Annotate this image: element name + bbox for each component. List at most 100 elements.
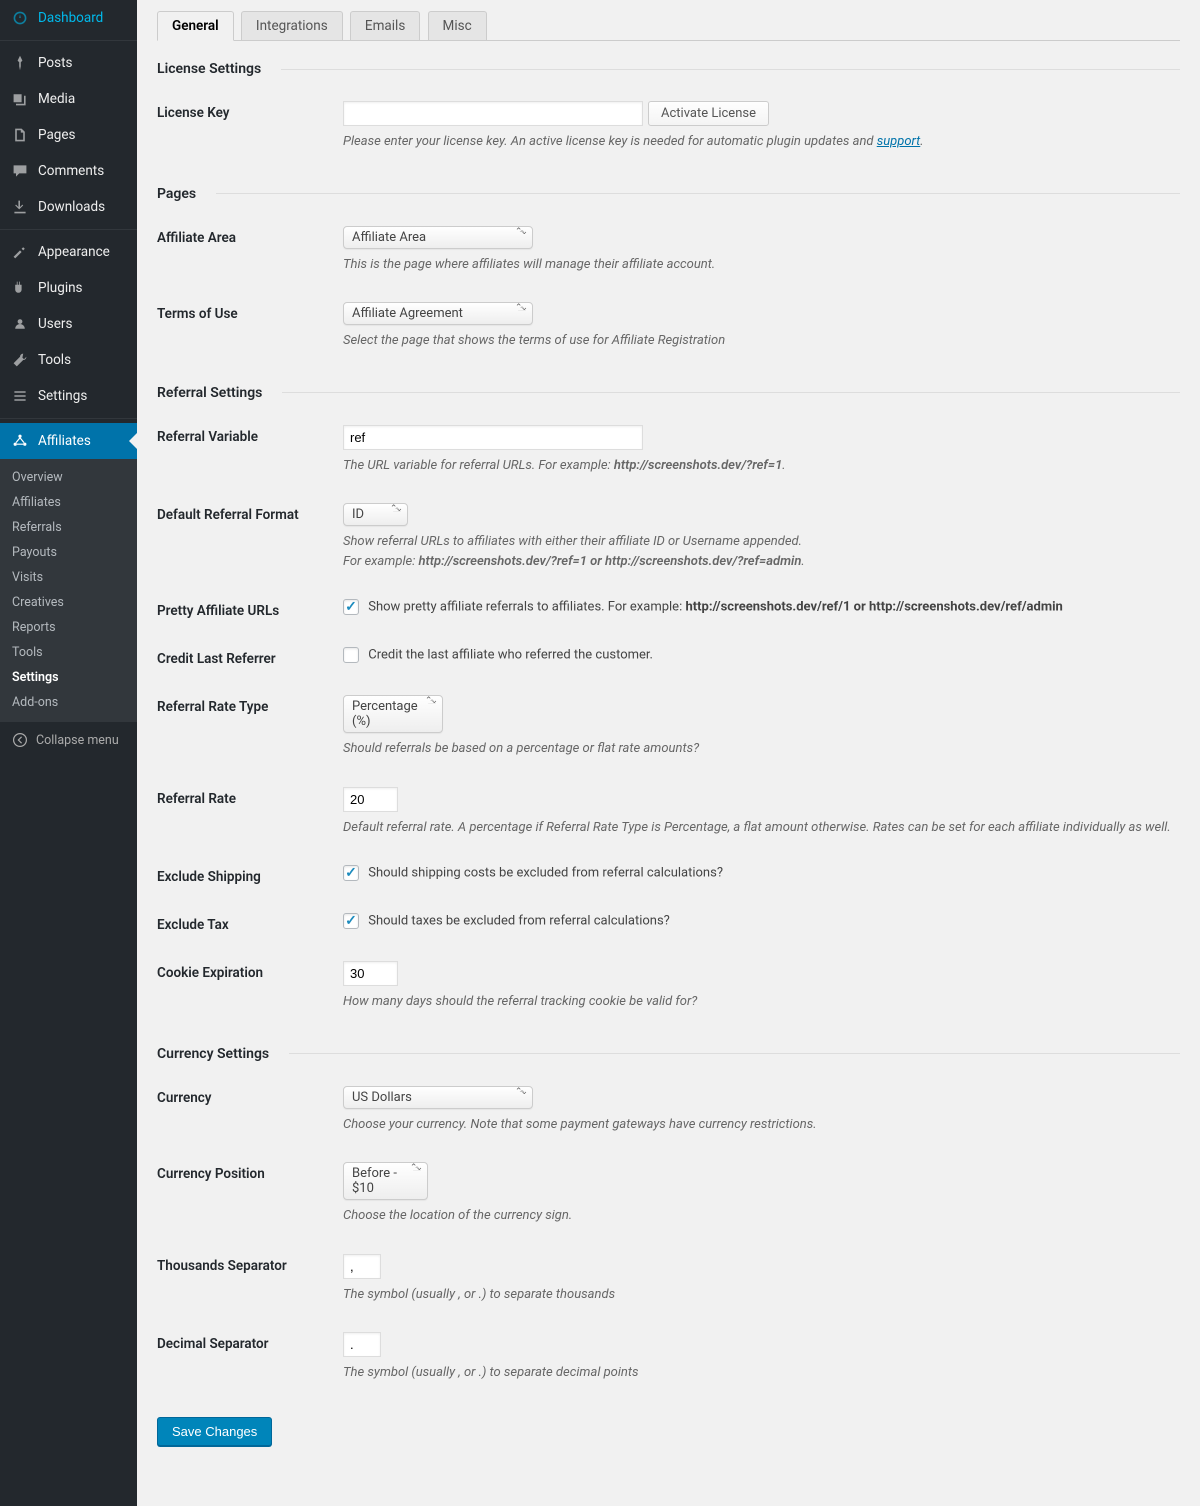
activate-license-button[interactable]: Activate License: [648, 101, 769, 126]
currency-desc: Choose your currency. Note that some pay…: [343, 1115, 1180, 1135]
license-desc: Please enter your license key. An active…: [343, 132, 1180, 152]
collapse-label: Collapse menu: [36, 733, 119, 748]
tab-misc[interactable]: Misc: [428, 11, 487, 40]
affiliate-area-select[interactable]: Affiliate Area: [343, 226, 533, 249]
thousands-desc: The symbol (usually , or .) to separate …: [343, 1285, 1180, 1305]
tos-desc: Select the page that shows the terms of …: [343, 331, 1180, 351]
currency-select[interactable]: US Dollars: [343, 1086, 533, 1109]
main-content: General Integrations Emails Misc License…: [137, 0, 1200, 1506]
sidebar-item-comments[interactable]: Comments: [0, 153, 137, 189]
collapse-menu[interactable]: Collapse menu: [0, 721, 137, 758]
referral-format-select[interactable]: ID: [343, 503, 408, 526]
cookie-label: Cookie Expiration: [157, 961, 343, 981]
submenu-reports[interactable]: Reports: [0, 615, 137, 640]
sidebar-label: Users: [38, 316, 72, 332]
currency-pos-select[interactable]: Before - $10: [343, 1162, 428, 1200]
affiliate-area-label: Affiliate Area: [157, 226, 343, 246]
sidebar-item-dashboard[interactable]: Dashboard: [0, 0, 137, 36]
affiliate-area-desc: This is the page where affiliates will m…: [343, 255, 1180, 275]
excl-ship-checkbox[interactable]: [343, 865, 359, 881]
tos-select[interactable]: Affiliate Agreement: [343, 302, 533, 325]
excl-ship-text: Should shipping costs be excluded from r…: [368, 865, 723, 880]
decimal-desc: The symbol (usually , or .) to separate …: [343, 1363, 1180, 1383]
thousands-input[interactable]: [343, 1254, 381, 1279]
excl-ship-label: Exclude Shipping: [157, 865, 343, 885]
collapse-icon: [10, 730, 30, 750]
sidebar-item-tools[interactable]: Tools: [0, 342, 137, 378]
save-changes-button[interactable]: Save Changes: [157, 1417, 272, 1446]
admin-sidebar: Dashboard Posts Media Pages Comments Dow…: [0, 0, 137, 1506]
rate-type-desc: Should referrals be based on a percentag…: [343, 739, 1180, 759]
submenu-creatives[interactable]: Creatives: [0, 590, 137, 615]
excl-tax-text: Should taxes be excluded from referral c…: [368, 913, 670, 928]
sidebar-item-appearance[interactable]: Appearance: [0, 234, 137, 270]
tools-icon: [10, 350, 30, 370]
credit-last-checkbox[interactable]: [343, 647, 359, 663]
sidebar-item-plugins[interactable]: Plugins: [0, 270, 137, 306]
rate-label: Referral Rate: [157, 787, 343, 807]
sidebar-label: Pages: [38, 127, 76, 143]
sidebar-item-users[interactable]: Users: [0, 306, 137, 342]
settings-icon: [10, 386, 30, 406]
plugins-icon: [10, 278, 30, 298]
submenu-visits[interactable]: Visits: [0, 565, 137, 590]
excl-tax-label: Exclude Tax: [157, 913, 343, 933]
currency-pos-label: Currency Position: [157, 1162, 343, 1182]
tab-general[interactable]: General: [157, 11, 234, 41]
decimal-label: Decimal Separator: [157, 1332, 343, 1352]
referral-var-label: Referral Variable: [157, 425, 343, 445]
submenu-settings[interactable]: Settings: [0, 665, 137, 690]
sidebar-label: Dashboard: [38, 10, 103, 26]
submenu-payouts[interactable]: Payouts: [0, 540, 137, 565]
sidebar-label: Media: [38, 91, 75, 107]
pages-icon: [10, 125, 30, 145]
submenu-overview[interactable]: Overview: [0, 465, 137, 490]
rate-type-select[interactable]: Percentage (%): [343, 695, 443, 733]
referral-format-label: Default Referral Format: [157, 503, 343, 523]
sidebar-item-posts[interactable]: Posts: [0, 45, 137, 81]
rate-type-label: Referral Rate Type: [157, 695, 343, 715]
sidebar-item-settings[interactable]: Settings: [0, 378, 137, 414]
pin-icon: [10, 53, 30, 73]
sidebar-label: Comments: [38, 163, 104, 179]
submenu-tools[interactable]: Tools: [0, 640, 137, 665]
downloads-icon: [10, 197, 30, 217]
decimal-input[interactable]: [343, 1332, 381, 1357]
thousands-label: Thousands Separator: [157, 1254, 343, 1274]
sidebar-item-media[interactable]: Media: [0, 81, 137, 117]
tos-label: Terms of Use: [157, 302, 343, 322]
submenu-affiliates[interactable]: Affiliates: [0, 490, 137, 515]
excl-tax-checkbox[interactable]: [343, 913, 359, 929]
credit-last-text: Credit the last affiliate who referred t…: [368, 647, 653, 662]
sidebar-label: Affiliates: [38, 433, 91, 449]
tab-integrations[interactable]: Integrations: [241, 11, 343, 40]
sidebar-label: Appearance: [38, 244, 110, 260]
license-key-label: License Key: [157, 101, 343, 121]
pretty-urls-text: Show pretty affiliate referrals to affil…: [368, 599, 1063, 614]
pretty-urls-checkbox[interactable]: [343, 599, 359, 615]
section-referral: Referral Settings: [157, 365, 1180, 411]
sidebar-label: Posts: [38, 55, 72, 71]
currency-pos-desc: Choose the location of the currency sign…: [343, 1206, 1180, 1226]
submenu-addons[interactable]: Add-ons: [0, 690, 137, 715]
comments-icon: [10, 161, 30, 181]
rate-input[interactable]: [343, 787, 398, 812]
cookie-input[interactable]: [343, 961, 398, 986]
sidebar-item-downloads[interactable]: Downloads: [0, 189, 137, 225]
affiliates-icon: [10, 431, 30, 451]
license-key-input[interactable]: [343, 101, 643, 126]
settings-tabs: General Integrations Emails Misc: [157, 10, 1180, 41]
currency-label: Currency: [157, 1086, 343, 1106]
referral-var-input[interactable]: [343, 425, 643, 450]
tab-emails[interactable]: Emails: [350, 11, 420, 40]
section-pages: Pages: [157, 166, 1180, 212]
referral-format-desc: Show referral URLs to affiliates with ei…: [343, 532, 1180, 571]
sidebar-item-pages[interactable]: Pages: [0, 117, 137, 153]
submenu-referrals[interactable]: Referrals: [0, 515, 137, 540]
sidebar-label: Settings: [38, 388, 87, 404]
section-license: License Settings: [157, 41, 1180, 87]
sidebar-label: Plugins: [38, 280, 83, 296]
support-link[interactable]: support: [877, 134, 921, 149]
sidebar-item-affiliates[interactable]: Affiliates: [0, 423, 137, 459]
media-icon: [10, 89, 30, 109]
